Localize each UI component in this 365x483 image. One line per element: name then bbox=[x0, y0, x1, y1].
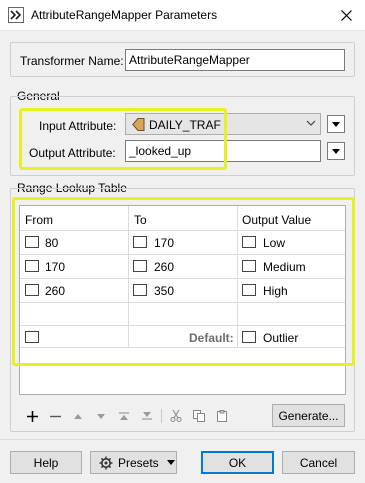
copy-button[interactable] bbox=[191, 408, 207, 424]
input-attribute-label: Input Attribute: bbox=[39, 119, 117, 133]
cell-edit-icon[interactable] bbox=[242, 260, 256, 272]
cell-edit-icon[interactable] bbox=[25, 260, 39, 272]
transformer-name-input[interactable]: AttributeRangeMapper bbox=[125, 49, 345, 71]
minus-icon bbox=[49, 415, 61, 417]
help-button[interactable]: Help bbox=[10, 451, 82, 474]
plus-icon bbox=[26, 410, 38, 422]
row-1-output[interactable]: Low bbox=[263, 236, 285, 250]
row-3-from[interactable]: 260 bbox=[45, 284, 65, 298]
default-label: Default: bbox=[189, 331, 234, 345]
cell-edit-icon[interactable] bbox=[133, 236, 147, 248]
toolbar-separator bbox=[161, 409, 162, 423]
close-button[interactable] bbox=[331, 2, 361, 28]
add-row-button[interactable] bbox=[24, 408, 40, 424]
triangle-down-icon bbox=[332, 148, 340, 154]
close-icon bbox=[340, 9, 352, 21]
row-2-to[interactable]: 260 bbox=[154, 260, 174, 274]
row-3-output[interactable]: High bbox=[263, 284, 288, 298]
remove-row-button[interactable] bbox=[47, 408, 63, 424]
gear-icon bbox=[99, 456, 113, 469]
ok-button[interactable]: OK bbox=[201, 451, 274, 474]
range-lookup-table: From To Output Value 80 170 Low 170 260 … bbox=[19, 205, 346, 395]
move-down-button[interactable] bbox=[93, 408, 109, 424]
input-attribute-value: DAILY_TRAF bbox=[149, 118, 221, 132]
row-1-from[interactable]: 80 bbox=[45, 236, 58, 250]
move-top-icon bbox=[119, 412, 129, 420]
input-attribute-menu-button[interactable] bbox=[327, 115, 345, 133]
output-attribute-menu-button[interactable] bbox=[327, 142, 345, 160]
cell-edit-icon[interactable] bbox=[133, 260, 147, 272]
row-3-to[interactable]: 350 bbox=[154, 284, 174, 298]
paste-button[interactable] bbox=[214, 408, 230, 424]
cell-edit-icon[interactable] bbox=[25, 236, 39, 248]
attribute-icon bbox=[132, 118, 145, 131]
cell-edit-icon[interactable] bbox=[242, 284, 256, 296]
triangle-up-icon bbox=[74, 413, 82, 419]
triangle-down-icon bbox=[332, 121, 340, 127]
transformer-name-label: Transformer Name: bbox=[20, 54, 124, 68]
row-1-to[interactable]: 170 bbox=[154, 236, 174, 250]
footer-separator bbox=[0, 439, 365, 440]
row-2-from[interactable]: 170 bbox=[45, 260, 65, 274]
presets-label: Presets bbox=[118, 455, 159, 470]
copy-icon bbox=[193, 410, 205, 422]
cell-edit-icon[interactable] bbox=[242, 236, 256, 248]
output-attribute-label: Output Attribute: bbox=[29, 146, 116, 160]
move-bottom-icon bbox=[142, 412, 152, 420]
output-attribute-input[interactable]: _looked_up bbox=[125, 140, 321, 162]
cell-edit-icon[interactable] bbox=[133, 284, 147, 296]
row-2-output[interactable]: Medium bbox=[263, 260, 306, 274]
triangle-down-icon bbox=[97, 413, 105, 419]
move-up-button[interactable] bbox=[70, 408, 86, 424]
chevron-down-icon bbox=[306, 120, 316, 126]
title-bar: AttributeRangeMapper Parameters bbox=[0, 0, 365, 31]
scissors-icon bbox=[170, 410, 182, 422]
general-panel bbox=[10, 96, 355, 176]
presets-button[interactable]: Presets bbox=[90, 451, 177, 474]
cancel-button[interactable]: Cancel bbox=[282, 451, 355, 474]
cut-button[interactable] bbox=[168, 408, 184, 424]
cell-edit-icon[interactable] bbox=[25, 284, 39, 296]
move-bottom-button[interactable] bbox=[139, 408, 155, 424]
move-top-button[interactable] bbox=[116, 408, 132, 424]
column-header-to: To bbox=[134, 213, 147, 227]
fme-app-icon bbox=[8, 7, 24, 23]
default-output-value[interactable]: Outlier bbox=[263, 331, 298, 345]
input-attribute-select[interactable]: DAILY_TRAF bbox=[125, 113, 321, 135]
cell-edit-icon[interactable] bbox=[25, 331, 39, 343]
paste-icon bbox=[217, 410, 227, 422]
cell-edit-icon[interactable] bbox=[242, 331, 256, 343]
window-title: AttributeRangeMapper Parameters bbox=[31, 8, 218, 22]
column-header-from: From bbox=[25, 213, 53, 227]
generate-button[interactable]: Generate... bbox=[272, 404, 345, 427]
column-header-output-value: Output Value bbox=[242, 213, 312, 227]
triangle-down-icon bbox=[166, 460, 175, 465]
